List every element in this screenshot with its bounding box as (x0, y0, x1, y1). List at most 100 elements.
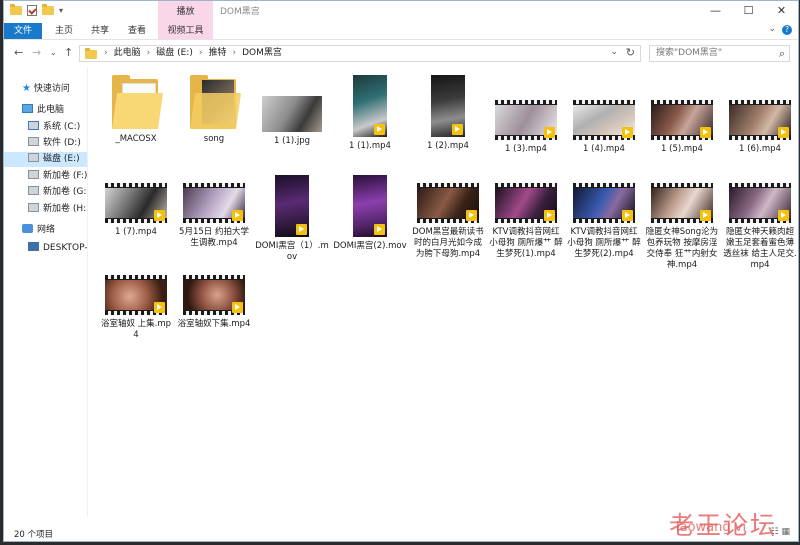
file-item[interactable]: DOMI黑宫(2).mov (333, 175, 407, 252)
sidebar-item-label: 系统 (C:) (43, 122, 81, 132)
file-item[interactable]: 浴室轴奴下集.mp4 (177, 265, 251, 330)
file-item[interactable]: 隐匿女神Song沦为包养玩物 按摩房淫交侍奉 狂艹内射女神.mp4 (645, 175, 719, 271)
minimize-button[interactable]: — (699, 1, 732, 23)
sidebar-item-network[interactable]: 网络 (4, 223, 87, 238)
sidebar-item-drive-h[interactable]: 新加卷 (H:) (4, 202, 87, 217)
video-thumbnail (495, 100, 557, 140)
file-item[interactable]: 1 (2).mp4 (411, 75, 485, 152)
sidebar-item-drive-e[interactable]: 磁盘 (E:) (4, 152, 87, 167)
file-item[interactable]: 1 (7).mp4 (99, 175, 173, 238)
sidebar-item-quick-access[interactable]: ★ 快速访问 (22, 81, 87, 96)
file-name: 5月15日 约拍大学生调教.mp4 (179, 227, 249, 248)
chevron-right-icon[interactable]: › (230, 46, 238, 61)
file-item[interactable]: 浴室轴奴 上集.mp4 (99, 265, 173, 341)
search-box[interactable]: 搜索"DOM黑宫" ⌕ (649, 45, 790, 62)
sidebar-item-drive-f[interactable]: 新加卷 (F:) (4, 169, 87, 184)
watermark-url: laowang.vi (676, 520, 747, 535)
video-badge-icon (154, 210, 165, 221)
file-item[interactable]: 1 (3).mp4 (489, 75, 563, 155)
file-name: KTV调教抖音网红小母狗 厕所爆艹 醉生梦死(1).mp4 (489, 227, 563, 259)
video-badge-icon (452, 124, 463, 135)
sidebar-item-desktop[interactable]: DESKTOP-( (4, 241, 87, 256)
chevron-down-icon[interactable]: ⌄ (768, 24, 776, 34)
video-badge-icon (374, 224, 385, 235)
video-thumbnail (495, 183, 557, 223)
sidebar-item-this-pc[interactable]: 此电脑 (4, 103, 87, 118)
chevron-down-icon[interactable]: ⌄ (610, 47, 618, 57)
file-item[interactable]: 1 (1).mp4 (333, 75, 407, 152)
customize-toolbar-icon[interactable]: ▾ (59, 6, 63, 15)
video-thumbnail (417, 183, 479, 223)
file-name: 1 (1).mp4 (349, 141, 391, 151)
chevron-right-icon[interactable]: › (197, 46, 205, 61)
video-badge-icon (544, 127, 555, 138)
file-item[interactable]: KTV调教抖音网红小母狗 厕所爆艹 醉生梦死(1).mp4 (489, 175, 563, 260)
search-icon[interactable]: ⌕ (779, 46, 785, 61)
crumb-current-folder[interactable]: DOM黑宫 (238, 46, 286, 61)
context-tab-play: 播放 (158, 1, 213, 23)
file-item[interactable]: song (177, 75, 251, 145)
new-folder-icon[interactable] (42, 4, 54, 15)
sidebar-item-label: DESKTOP-( (43, 243, 87, 253)
file-item[interactable]: 隐匿女神天籁肉超嫩玉足套着蜜色薄透丝袜 给主人足交.mp4 (723, 175, 797, 271)
drive-icon (28, 121, 39, 130)
folder-icon (112, 75, 164, 130)
video-thumbnail (105, 183, 167, 223)
folder-icon[interactable] (10, 4, 22, 15)
file-item[interactable]: 1 (4).mp4 (567, 75, 641, 155)
video-thumbnail (651, 100, 713, 140)
file-item[interactable]: 1 (5).mp4 (645, 75, 719, 155)
file-name: 隐匿女神Song沦为包养玩物 按摩房淫交侍奉 狂艹内射女神.mp4 (645, 227, 719, 270)
maximize-button[interactable]: ☐ (732, 1, 765, 23)
forward-arrow-icon[interactable]: → (32, 46, 41, 59)
file-name: 1 (4).mp4 (583, 144, 625, 154)
computer-icon (28, 242, 39, 251)
close-button[interactable]: ✕ (765, 1, 798, 23)
window-title: DOM黑宫 (220, 7, 260, 17)
video-thumbnail (353, 175, 387, 237)
navigation-pane: ★ 快速访问 此电脑 系统 (C:) 软件 (D:) 磁盘 (E:) 新加卷 (… (4, 67, 88, 517)
sidebar-item-drive-g[interactable]: 新加卷 (G:) (4, 185, 87, 200)
sidebar-item-drive-d[interactable]: 软件 (D:) (4, 136, 87, 151)
sidebar-item-drive-c[interactable]: 系统 (C:) (4, 120, 87, 135)
chevron-right-icon[interactable]: › (145, 46, 153, 61)
tab-view[interactable]: 查看 (121, 23, 153, 39)
refresh-icon[interactable]: ↻ (626, 46, 635, 59)
crumb-twitter[interactable]: 推特 (204, 46, 230, 61)
file-item[interactable]: _MACOSX (99, 75, 173, 145)
ribbon: 文件 主页 共享 查看 视频工具 ⌄ ? (4, 23, 798, 40)
tab-share[interactable]: 共享 (84, 23, 116, 39)
address-bar[interactable]: › 此电脑 › 磁盘 (E:) › 推特 › DOM黑宫 ⌄ ↻ (79, 45, 641, 62)
image-thumbnail (262, 96, 322, 132)
file-name: _MACOSX (115, 134, 157, 144)
pc-icon (22, 104, 33, 113)
drive-icon (28, 137, 39, 146)
file-name: song (203, 134, 225, 144)
recent-locations-icon[interactable]: ⌄ (50, 48, 57, 57)
file-name: DOMI黑宫（1）.mov (255, 241, 329, 262)
drive-icon (28, 186, 39, 195)
tab-home[interactable]: 主页 (48, 23, 80, 39)
file-item[interactable]: KTV调教抖音网红小母狗 厕所爆艹 醉生梦死(2).mp4 (567, 175, 641, 260)
video-thumbnail (651, 183, 713, 223)
up-arrow-icon[interactable]: ↑ (64, 46, 73, 59)
video-badge-icon (544, 210, 555, 221)
chevron-right-icon[interactable]: › (102, 46, 110, 61)
file-item[interactable]: 1 (6).mp4 (723, 75, 797, 155)
crumb-disk-e[interactable]: 磁盘 (E:) (152, 46, 197, 61)
file-item[interactable]: DOMI黑宫（1）.mov (255, 175, 329, 263)
tab-file[interactable]: 文件 (4, 23, 42, 39)
file-name: 隐匿女神天籁肉超嫩玉足套着蜜色薄透丝袜 给主人足交.mp4 (723, 227, 797, 270)
network-icon (22, 224, 33, 233)
properties-icon[interactable] (27, 5, 37, 16)
file-item[interactable]: DOM黑宫最新读书时的白月光如今成为胯下母狗.mp4 (411, 175, 485, 260)
video-badge-icon (622, 127, 633, 138)
file-item[interactable]: 1 (1).jpg (255, 75, 329, 147)
explorer-window: ▾ 播放 DOM黑宫 — ☐ ✕ 文件 主页 共享 查看 视频工具 ⌄ ? ← … (3, 0, 799, 542)
crumb-this-pc[interactable]: 此电脑 (110, 46, 145, 61)
video-thumbnail (431, 75, 465, 137)
file-item[interactable]: 5月15日 约拍大学生调教.mp4 (177, 175, 251, 249)
help-icon[interactable]: ? (782, 25, 792, 35)
back-arrow-icon[interactable]: ← (14, 46, 23, 59)
tab-video-tools[interactable]: 视频工具 (158, 23, 213, 39)
